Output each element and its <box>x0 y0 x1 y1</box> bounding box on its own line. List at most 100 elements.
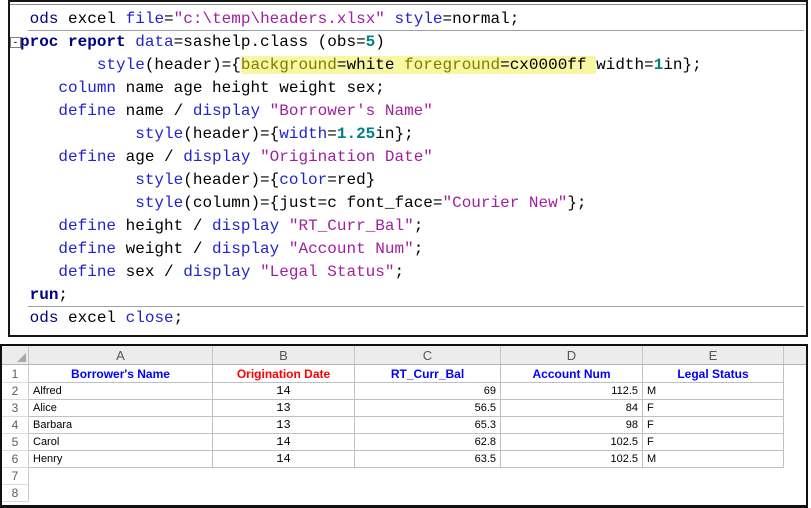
data-cell-A4[interactable]: Barbara <box>29 417 213 434</box>
data-cell-C6[interactable]: 63.5 <box>355 451 501 468</box>
header-cell-C1[interactable]: RT_Curr_Bal <box>355 365 501 383</box>
data-cell-E4[interactable]: F <box>643 417 784 434</box>
column-header-C[interactable]: C <box>355 346 501 364</box>
code-token: =cx0000ff <box>500 56 596 74</box>
row-number-7[interactable]: 7 <box>2 468 29 485</box>
data-cell-A5[interactable]: Carol <box>29 434 213 451</box>
column-header-D[interactable]: D <box>501 346 643 364</box>
data-cell-E3[interactable]: F <box>643 400 784 417</box>
data-cell-C5[interactable]: 62.8 <box>355 434 501 451</box>
data-cell-D4[interactable]: 98 <box>501 417 643 434</box>
code-token: style <box>135 171 183 189</box>
empty-cells-area[interactable] <box>784 383 806 400</box>
code-line-13[interactable]: run; <box>20 284 806 307</box>
code-line-5[interactable]: define name / display "Borrower's Name" <box>20 100 806 123</box>
code-line-2[interactable]: proc report data=sashelp.class (obs=5) <box>20 31 806 54</box>
code-token: ; <box>394 263 404 281</box>
column-header-B[interactable]: B <box>213 346 355 364</box>
data-cell-B5[interactable]: 14 <box>213 434 355 451</box>
data-cell-D2[interactable]: 112.5 <box>501 383 643 400</box>
row-number-5[interactable]: 5 <box>2 434 29 451</box>
data-cell-B2[interactable]: 14 <box>213 383 355 400</box>
data-cell-C3[interactable]: 56.5 <box>355 400 501 417</box>
code-line-4[interactable]: column name age height weight sex; <box>20 77 806 100</box>
header-cell-B1[interactable]: Origination Date <box>213 365 355 383</box>
spreadsheet-row-4: 4Barbara1365.398F <box>2 417 806 434</box>
data-cell-C4[interactable]: 65.3 <box>355 417 501 434</box>
data-cell-A2[interactable]: Alfred <box>29 383 213 400</box>
data-cell-B3[interactable]: 13 <box>213 400 355 417</box>
code-line-12[interactable]: define sex / display "Legal Status"; <box>20 261 806 284</box>
excel-spreadsheet-panel[interactable]: ABCDE 1Borrower's NameOrigination DateRT… <box>0 344 808 508</box>
select-all-corner[interactable] <box>2 346 29 364</box>
empty-cells-area[interactable] <box>784 400 806 417</box>
code-token: "c:\temp\headers.xlsx" <box>174 10 385 28</box>
code-token: = <box>164 10 174 28</box>
row-number-3[interactable]: 3 <box>2 400 29 417</box>
empty-cells-area[interactable] <box>784 451 806 468</box>
code-token: style <box>135 194 183 212</box>
data-cell-E2[interactable]: M <box>643 383 784 400</box>
code-token: background <box>241 56 337 74</box>
code-token: =sashelp.class (obs= <box>174 33 366 51</box>
data-cell-E5[interactable]: F <box>643 434 784 451</box>
code-token <box>20 286 30 304</box>
data-cell-B6[interactable]: 14 <box>213 451 355 468</box>
spreadsheet-row-6: 6Henry1463.5102.5M <box>2 451 806 468</box>
code-token: style <box>395 10 443 28</box>
code-token <box>279 240 289 258</box>
data-cell-C2[interactable]: 69 <box>355 383 501 400</box>
sas-code-editor-panel[interactable]: - ods excel file="c:\temp\headers.xlsx" … <box>8 0 808 337</box>
code-token: display <box>212 217 279 235</box>
data-cell-D3[interactable]: 84 <box>501 400 643 417</box>
code-line-6[interactable]: style(header)={width=1.25in}; <box>20 123 806 146</box>
header-cell-E1[interactable]: Legal Status <box>643 365 784 383</box>
code-token: 1 <box>654 56 664 74</box>
row-number-6[interactable]: 6 <box>2 451 29 468</box>
code-line-1[interactable]: ods excel file="c:\temp\headers.xlsx" st… <box>20 8 806 31</box>
code-token: width <box>279 125 327 143</box>
column-header-E[interactable]: E <box>643 346 784 364</box>
column-header-A[interactable]: A <box>29 346 213 364</box>
code-token: =red} <box>327 171 375 189</box>
code-token: (header)={ <box>183 171 279 189</box>
spreadsheet-row-7: 7 <box>2 468 806 485</box>
data-cell-E6[interactable]: M <box>643 451 784 468</box>
spreadsheet-row-3: 3Alice1356.584F <box>2 400 806 417</box>
row-number-2[interactable]: 2 <box>2 383 29 400</box>
code-editor-text-area[interactable]: - ods excel file="c:\temp\headers.xlsx" … <box>10 5 806 330</box>
code-line-8[interactable]: style(header)={color=red} <box>20 169 806 192</box>
code-line-3[interactable]: style(header)={background=white foregrou… <box>20 54 806 77</box>
code-token: define <box>58 217 116 235</box>
code-token <box>20 194 135 212</box>
data-cell-A3[interactable]: Alice <box>29 400 213 417</box>
data-cell-D5[interactable]: 102.5 <box>501 434 643 451</box>
code-token <box>260 102 270 120</box>
code-line-14[interactable]: ods excel close; <box>20 307 806 330</box>
header-cell-A1[interactable]: Borrower's Name <box>29 365 213 383</box>
code-token: run <box>30 286 59 304</box>
row-number-8[interactable]: 8 <box>2 485 29 502</box>
code-token: excel <box>58 309 125 327</box>
code-token <box>20 240 58 258</box>
code-line-9[interactable]: style(column)={just=c font_face="Courier… <box>20 192 806 215</box>
empty-cells-area[interactable] <box>29 468 806 485</box>
empty-cells-area[interactable] <box>29 485 806 502</box>
code-token <box>126 33 136 51</box>
row-number-1[interactable]: 1 <box>2 365 29 383</box>
data-cell-D6[interactable]: 102.5 <box>501 451 643 468</box>
empty-cells-area[interactable] <box>784 365 806 383</box>
code-line-10[interactable]: define height / display "RT_Curr_Bal"; <box>20 215 806 238</box>
code-line-11[interactable]: define weight / display "Account Num"; <box>20 238 806 261</box>
code-line-7[interactable]: define age / display "Origination Date" <box>20 146 806 169</box>
empty-cells-area[interactable] <box>784 417 806 434</box>
code-token: ; <box>414 217 424 235</box>
empty-cells-area[interactable] <box>784 434 806 451</box>
data-cell-A6[interactable]: Henry <box>29 451 213 468</box>
code-token <box>20 56 97 74</box>
data-cell-B4[interactable]: 13 <box>213 417 355 434</box>
header-cell-D1[interactable]: Account Num <box>501 365 643 383</box>
code-token: "Borrower's Name" <box>270 102 433 120</box>
code-token: width= <box>596 56 654 74</box>
row-number-4[interactable]: 4 <box>2 417 29 434</box>
